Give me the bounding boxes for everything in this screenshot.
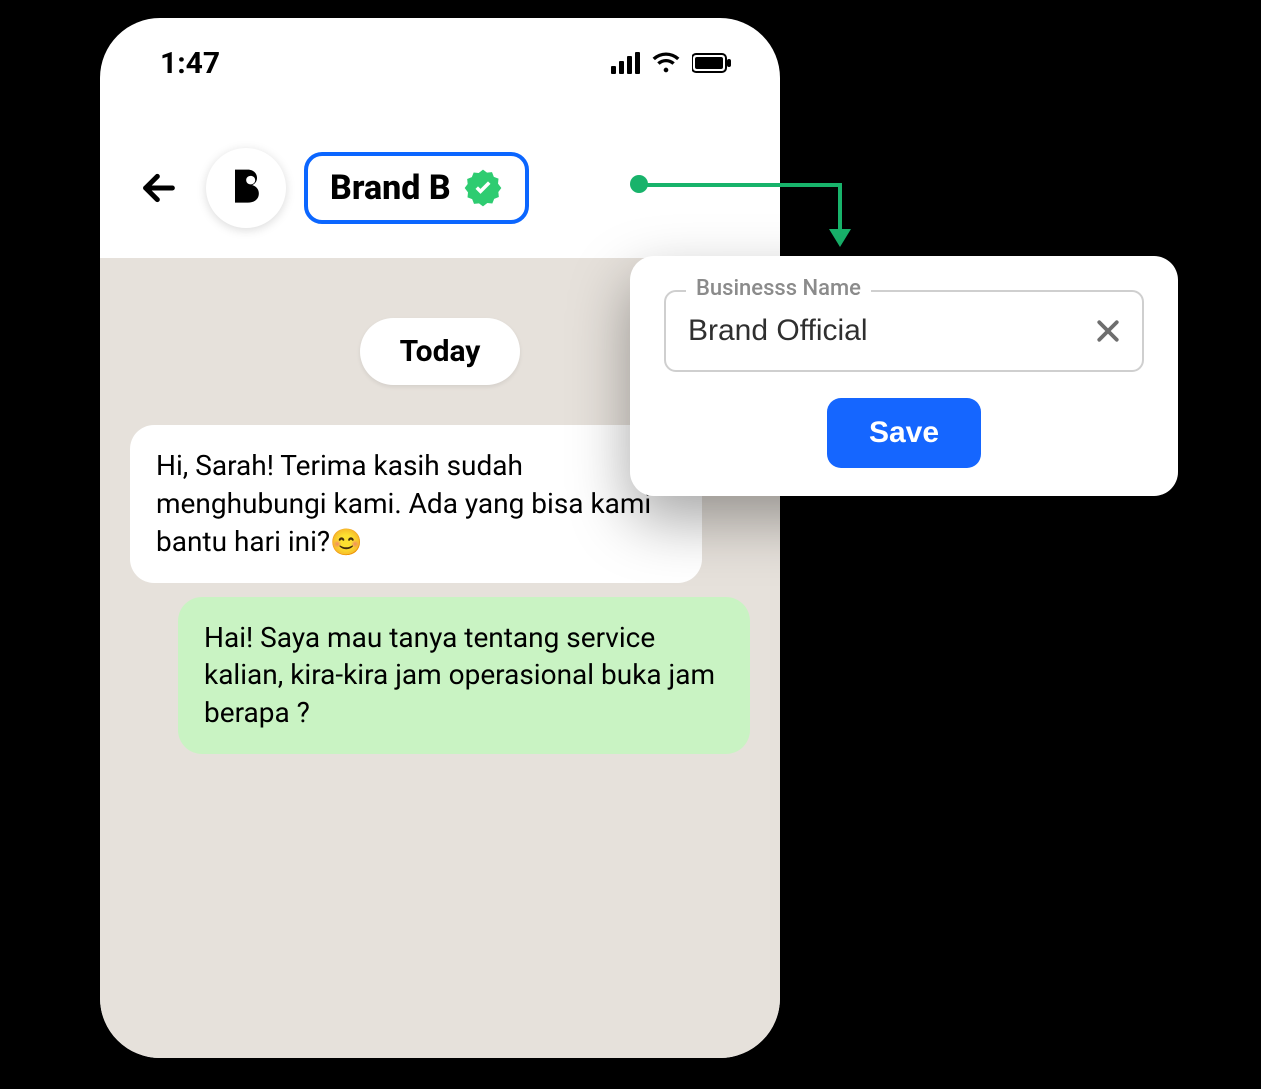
brand-name-text: Brand B xyxy=(330,168,451,208)
brand-logo-icon xyxy=(224,166,268,210)
close-icon xyxy=(1093,316,1123,346)
brand-avatar[interactable] xyxy=(206,148,286,228)
brand-name-chip[interactable]: Brand B xyxy=(304,152,529,224)
verified-badge-icon xyxy=(463,168,503,208)
status-time: 1:47 xyxy=(160,46,220,81)
smile-emoji-icon: 😊 xyxy=(330,528,362,558)
phone-frame: 1:47 Brand B xyxy=(100,18,780,1058)
message-text: Hai! Saya mau tanya tentang service kali… xyxy=(204,621,715,730)
back-button[interactable] xyxy=(130,159,188,217)
arrow-down-icon xyxy=(829,229,851,247)
battery-icon xyxy=(692,53,732,73)
date-separator: Today xyxy=(360,318,521,385)
message-outgoing: Hai! Saya mau tanya tentang service kali… xyxy=(178,597,750,754)
message-incoming: Hi, Sarah! Terima kasih sudah menghubung… xyxy=(130,425,702,583)
save-button[interactable]: Save xyxy=(827,398,981,468)
message-text: Hi, Sarah! Terima kasih sudah menghubung… xyxy=(156,449,651,558)
business-name-input[interactable] xyxy=(664,290,1144,372)
business-name-label: Businesss Name xyxy=(686,276,871,301)
status-bar: 1:47 xyxy=(100,18,780,108)
arrow-left-icon xyxy=(139,168,179,208)
business-name-field-wrap: Businesss Name xyxy=(664,290,1144,372)
edit-business-name-popover: Businesss Name Save xyxy=(630,256,1178,496)
chat-header: Brand B xyxy=(100,118,780,258)
wifi-icon xyxy=(652,49,680,77)
status-right xyxy=(611,49,732,77)
cellular-signal-icon xyxy=(611,52,640,74)
clear-input-button[interactable] xyxy=(1090,313,1126,349)
